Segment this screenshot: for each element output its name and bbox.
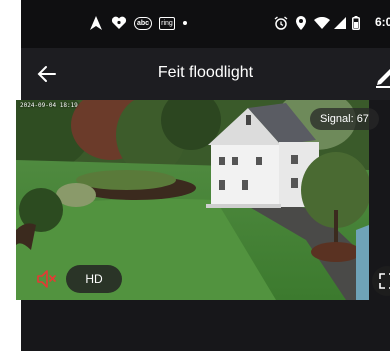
signal-strength-badge: Signal: 67: [310, 108, 379, 130]
status-time: 6:03: [375, 15, 390, 29]
app-header: Feit floodlight: [21, 48, 390, 100]
hd-quality-button[interactable]: HD: [66, 265, 122, 293]
speaker-muted-icon: [37, 270, 56, 288]
mute-button[interactable]: [36, 268, 58, 290]
wifi-icon: [314, 14, 330, 32]
abc-icon-label: abc: [133, 16, 153, 30]
iheartradio-icon: [111, 14, 127, 32]
expand-icon: [379, 273, 390, 289]
camera-timestamp: 2024-09-04 18:19: [20, 102, 78, 109]
ring-icon: ring: [158, 14, 176, 32]
edit-button[interactable]: [373, 62, 390, 88]
status-bar: abc ring 6:03: [21, 0, 390, 48]
ring-icon-label: ring: [159, 16, 175, 30]
notification-dot-icon: [181, 14, 189, 32]
navigation-icon: [89, 14, 103, 32]
signal-icon: [333, 14, 347, 32]
abc-icon: abc: [132, 14, 154, 32]
location-icon: [295, 14, 307, 32]
battery-icon: [351, 14, 361, 32]
edit-pencil-icon: [376, 69, 390, 88]
alarm-icon: [274, 14, 288, 32]
page-title: Feit floodlight: [157, 64, 254, 81]
